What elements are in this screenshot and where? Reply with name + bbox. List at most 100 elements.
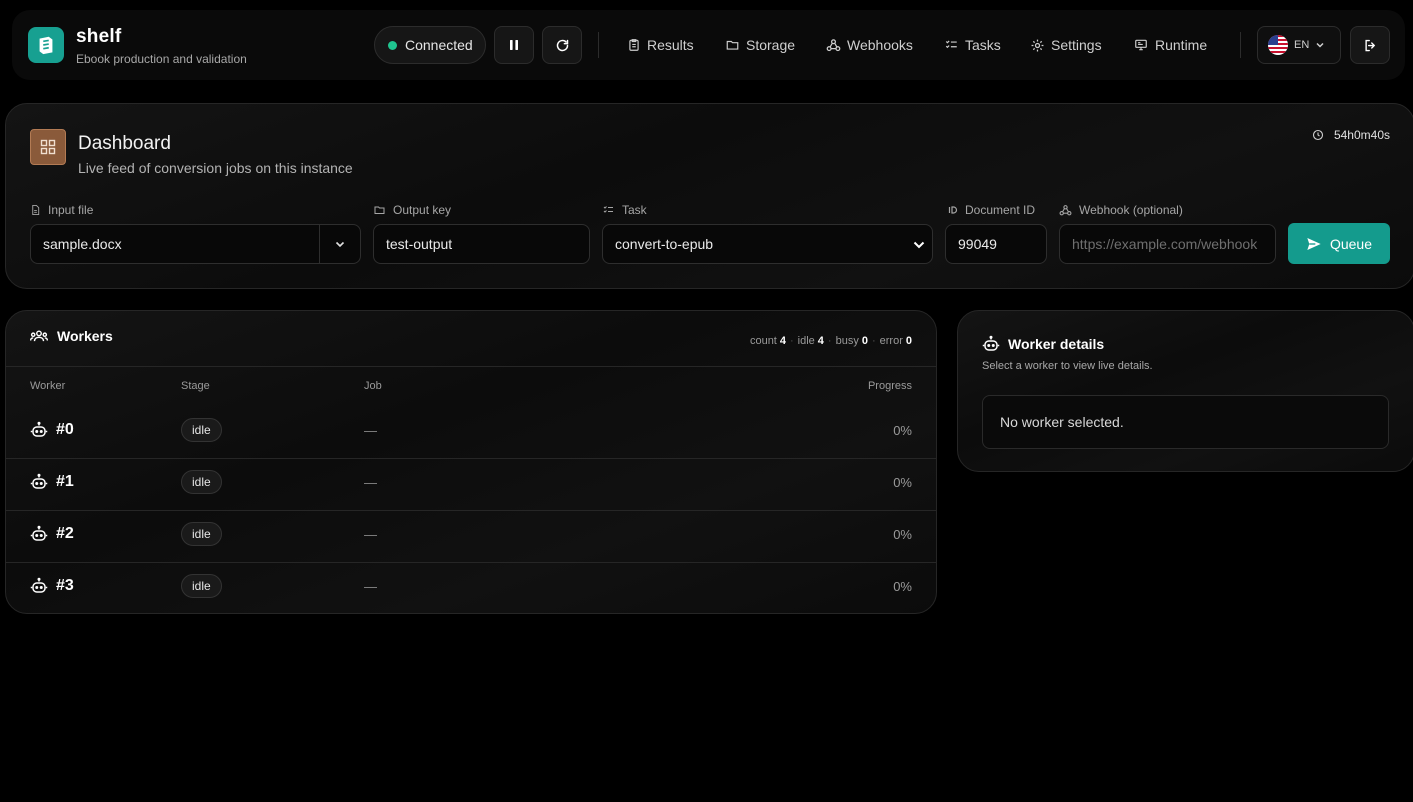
nav-tasks[interactable]: Tasks bbox=[944, 34, 1001, 56]
worker-details-title-text: Worker details bbox=[1008, 336, 1105, 352]
webhook-label: Webhook (optional) bbox=[1059, 203, 1183, 217]
worker-id-text: #0 bbox=[56, 421, 74, 438]
output-key-label-text: Output key bbox=[393, 203, 452, 217]
queue-button[interactable]: Queue bbox=[1288, 223, 1390, 264]
column-header-stage: Stage bbox=[181, 380, 210, 392]
pause-icon bbox=[510, 40, 518, 50]
worker-id: #2 bbox=[30, 525, 74, 543]
language-selector[interactable]: EN bbox=[1257, 26, 1341, 64]
webhook-field[interactable] bbox=[1059, 224, 1276, 264]
job-value: — bbox=[364, 527, 377, 542]
worker-row[interactable]: #3 idle — 0% bbox=[6, 563, 936, 615]
connection-status: Connected bbox=[374, 26, 486, 64]
divider bbox=[1240, 32, 1241, 58]
workers-title-text: Workers bbox=[57, 328, 113, 344]
worker-details-subtitle: Select a worker to view live details. bbox=[982, 360, 1153, 372]
worker-row[interactable]: #2 idle — 0% bbox=[6, 511, 936, 563]
busy-value: 0 bbox=[861, 335, 868, 347]
worker-stats: count 4 · idle 4 · busy 0 · error 0 bbox=[749, 335, 912, 347]
language-code: EN bbox=[1294, 39, 1310, 51]
workers-card: Workers count 4 · idle 4 · busy 0 · error 0 … bbox=[5, 310, 937, 614]
task-label-text: Task bbox=[622, 203, 647, 217]
worker-id-text: #3 bbox=[56, 577, 74, 594]
worker-row[interactable]: #0 idle — 0% bbox=[6, 407, 936, 459]
list-checks-icon bbox=[603, 206, 613, 213]
progress-value: 0% bbox=[893, 475, 912, 490]
task-select[interactable]: convert-to-epub bbox=[602, 224, 933, 264]
document-id-field[interactable]: 99049 bbox=[945, 224, 1047, 264]
robot-icon bbox=[30, 525, 48, 541]
progress-value: 0% bbox=[893, 579, 912, 594]
clock-icon bbox=[1312, 129, 1324, 141]
worker-details-empty: No worker selected. bbox=[982, 395, 1389, 449]
output-key-field[interactable]: test-output bbox=[373, 224, 590, 264]
idle-label: idle bbox=[797, 335, 815, 347]
uptime-value: 54h0m40s bbox=[1333, 128, 1390, 142]
error-value: 0 bbox=[905, 335, 912, 347]
worker-id: #1 bbox=[30, 473, 74, 491]
list-checks-icon bbox=[945, 40, 957, 49]
column-header-job: Job bbox=[364, 380, 382, 392]
refresh-icon bbox=[556, 39, 568, 51]
idle-value: 4 bbox=[817, 335, 824, 347]
brand-name: shelf bbox=[76, 26, 122, 47]
worker-id: #0 bbox=[30, 421, 74, 439]
pause-button[interactable] bbox=[494, 26, 534, 64]
page-subtitle: Live feed of conversion jobs on this ins… bbox=[78, 160, 353, 176]
shelf-logo-icon bbox=[28, 27, 64, 63]
output-key-value: test-output bbox=[386, 236, 453, 252]
folder-icon bbox=[374, 206, 385, 214]
dashboard-card: Dashboard Live feed of conversion jobs o… bbox=[5, 103, 1413, 289]
progress-value: 0% bbox=[893, 423, 912, 438]
worker-id-text: #2 bbox=[56, 525, 74, 542]
count-value: 4 bbox=[779, 335, 786, 347]
robot-icon bbox=[982, 335, 1000, 351]
input-file-dropdown-button[interactable] bbox=[319, 225, 360, 263]
progress-value: 0% bbox=[893, 527, 912, 542]
nav-runtime[interactable]: Runtime bbox=[1133, 34, 1207, 56]
stage-badge: idle bbox=[181, 470, 222, 494]
monitor-icon bbox=[1135, 39, 1147, 51]
uptime: 54h0m40s bbox=[1312, 128, 1390, 142]
chevron-down-icon bbox=[1316, 42, 1324, 48]
robot-icon bbox=[30, 473, 48, 489]
worker-id: #3 bbox=[30, 577, 74, 595]
task-value: convert-to-epub bbox=[615, 236, 714, 252]
nav-tasks-label: Tasks bbox=[965, 37, 1001, 53]
column-header-progress: Progress bbox=[867, 380, 912, 392]
chevron-down-icon bbox=[335, 241, 345, 248]
document-id-label: Document ID bbox=[946, 203, 1035, 217]
worker-details-card: Worker details Select a worker to view l… bbox=[957, 310, 1413, 472]
error-label: error bbox=[879, 335, 903, 347]
document-id-label-text: Document ID bbox=[965, 203, 1036, 217]
stage-badge: idle bbox=[181, 522, 222, 546]
worker-row[interactable]: #1 idle — 0% bbox=[6, 459, 936, 511]
nav-runtime-label: Runtime bbox=[1155, 37, 1208, 53]
users-icon bbox=[30, 330, 48, 342]
webhook-icon bbox=[1059, 204, 1072, 215]
refresh-button[interactable] bbox=[542, 26, 582, 64]
folder-icon bbox=[726, 40, 739, 50]
gear-icon bbox=[1031, 39, 1044, 51]
nav-results[interactable]: Results bbox=[627, 34, 694, 56]
count-label: count bbox=[749, 335, 777, 347]
file-icon bbox=[32, 204, 40, 216]
clipboard-icon bbox=[629, 39, 639, 51]
nav-storage[interactable]: Storage bbox=[725, 34, 795, 56]
logout-icon bbox=[1364, 39, 1375, 51]
task-label: Task bbox=[602, 203, 647, 217]
send-icon bbox=[1307, 237, 1321, 250]
stage-badge: idle bbox=[181, 418, 222, 442]
nav-results-label: Results bbox=[647, 37, 694, 53]
input-file-select[interactable]: sample.docx bbox=[30, 224, 361, 264]
worker-details-title: Worker details bbox=[982, 335, 1104, 353]
logout-button[interactable] bbox=[1350, 26, 1390, 64]
nav-settings[interactable]: Settings bbox=[1030, 34, 1102, 56]
dashboard-icon bbox=[30, 129, 66, 165]
nav-webhooks[interactable]: Webhooks bbox=[826, 34, 913, 56]
chevron-down-icon bbox=[913, 241, 925, 249]
webhook-input[interactable] bbox=[1072, 236, 1275, 252]
webhook-icon bbox=[826, 38, 841, 51]
divider bbox=[6, 366, 936, 367]
divider bbox=[598, 32, 599, 58]
